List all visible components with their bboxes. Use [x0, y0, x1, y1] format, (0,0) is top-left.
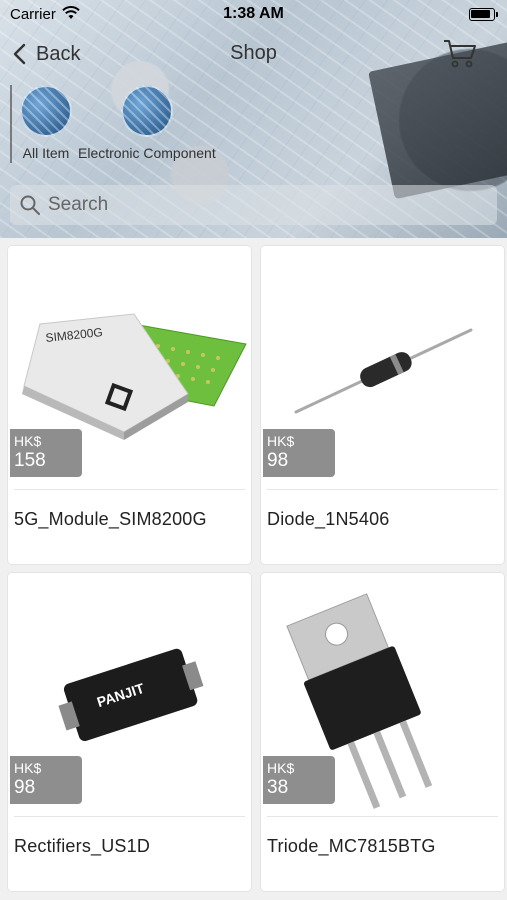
price-badge: HK$ 158: [10, 429, 82, 477]
price-value: 38: [267, 777, 289, 798]
search-icon: [20, 195, 40, 215]
category-all-item[interactable]: All Item: [20, 85, 72, 167]
price-currency: HK$: [14, 433, 42, 449]
product-name: Triode_MC7815BTG: [267, 836, 436, 856]
price-badge: HK$ 98: [263, 429, 335, 477]
price-currency: HK$: [267, 760, 295, 776]
product-card[interactable]: HK$ 38 Triode_MC7815BTG: [261, 573, 504, 891]
category-thumbnail: [20, 85, 72, 137]
status-time: 1:38 AM: [223, 5, 284, 22]
cart-icon[interactable]: [443, 38, 477, 68]
card-divider: [14, 816, 245, 817]
price-value: 98: [14, 777, 36, 798]
product-card[interactable]: HK$ 98 Diode_1N5406: [261, 246, 504, 564]
product-card[interactable]: PANJIT HK$ 98 Rectifiers_US1D: [8, 573, 251, 891]
card-divider: [267, 489, 498, 490]
product-name: Rectifiers_US1D: [14, 836, 151, 856]
price-value: 158: [14, 450, 46, 471]
chevron-left-icon: [13, 43, 26, 65]
category-electronic-component[interactable]: Electronic Component: [78, 85, 216, 167]
price-currency: HK$: [14, 760, 42, 776]
battery-icon: [469, 8, 498, 21]
price-badge: HK$ 38: [263, 756, 335, 804]
product-card[interactable]: SIM8200G HK$ 158 5G_Module_SIM8200G: [8, 246, 251, 564]
product-name: 5G_Module_SIM8200G: [14, 509, 207, 529]
category-label: Electronic Component: [78, 145, 216, 161]
category-bar: All Item Electronic Component: [10, 85, 222, 167]
status-bar: Carrier 1:38 AM: [0, 0, 507, 30]
price-value: 98: [267, 450, 289, 471]
product-name: Diode_1N5406: [267, 509, 390, 529]
back-button[interactable]: Back: [12, 38, 80, 70]
category-divider: [10, 85, 12, 163]
search-bar: [10, 185, 497, 225]
card-divider: [14, 489, 245, 490]
back-label: Back: [36, 42, 81, 65]
price-currency: HK$: [267, 433, 295, 449]
header: Carrier 1:38 AM Back Shop All Item Elect…: [0, 0, 507, 238]
navigation-bar: Back Shop: [0, 32, 507, 76]
product-grid: SIM8200G HK$ 158 5G_Module_SIM8200G HK$ …: [0, 238, 507, 900]
search-input[interactable]: [48, 194, 468, 216]
price-badge: HK$ 98: [10, 756, 82, 804]
card-divider: [267, 816, 498, 817]
category-label: All Item: [22, 145, 70, 161]
category-thumbnail: [120, 85, 173, 137]
